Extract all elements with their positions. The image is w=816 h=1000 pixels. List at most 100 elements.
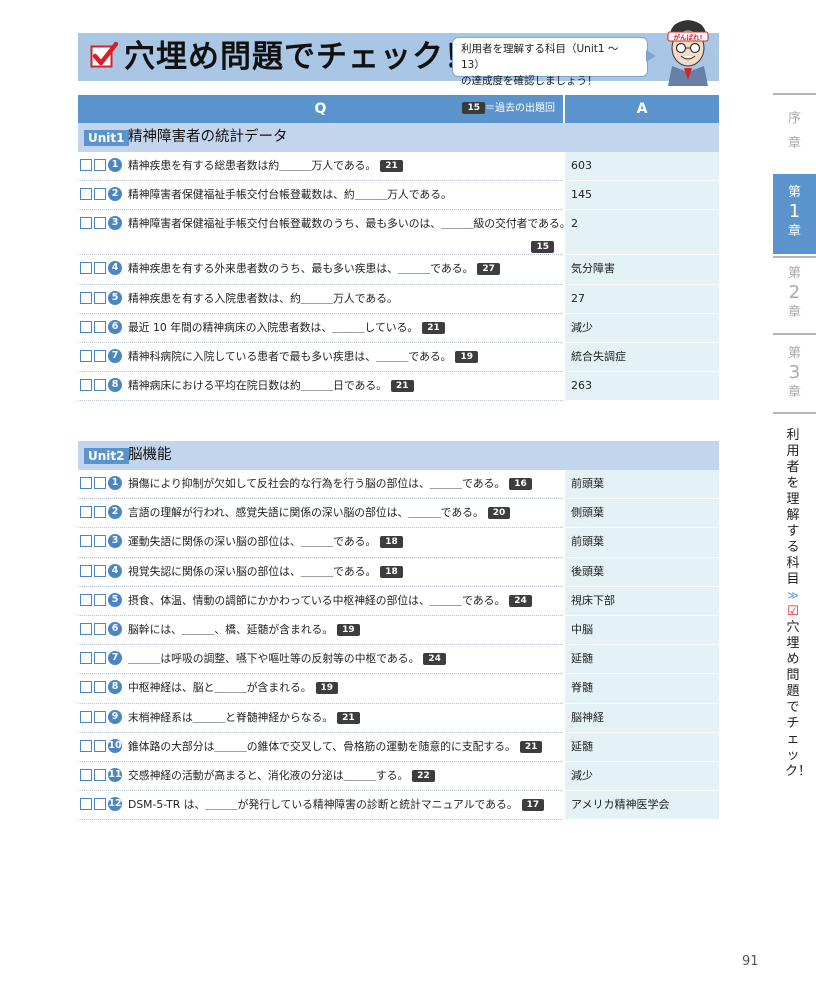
review-checkbox[interactable] xyxy=(94,769,106,781)
review-checkbox[interactable] xyxy=(94,350,106,362)
tab-label-top: 序 xyxy=(787,111,801,126)
review-checkbox[interactable] xyxy=(94,506,106,519)
review-checkbox[interactable] xyxy=(80,681,92,694)
tab-preface[interactable]: 序 章 xyxy=(773,110,816,168)
review-checkbox[interactable] xyxy=(80,350,92,362)
review-checkbox[interactable] xyxy=(94,217,106,230)
answer-divider xyxy=(565,400,719,402)
question-number: 5 xyxy=(108,290,122,305)
review-checkbox[interactable] xyxy=(80,564,92,577)
question-text: 交感神経の活動が高まると、消化液の分泌は＿＿＿する。 22 xyxy=(128,768,560,784)
question-body: 錐体路の大部分は＿＿＿の錐体で交叉して、骨格筋の運動を随意的に支配する。 xyxy=(128,739,516,753)
question-cell: 5 摂食、体温、情動の調節にかかわっている中枢神経の部位は、＿＿＿である。 24 xyxy=(78,587,563,616)
tab-chapter-3[interactable]: 第 3 章 xyxy=(773,345,816,407)
review-checkbox[interactable] xyxy=(80,769,92,781)
review-checkbox[interactable] xyxy=(80,379,92,392)
answer-cell: 減少 xyxy=(565,762,719,792)
answer-cell: 27 xyxy=(565,284,719,314)
question-number: 4 xyxy=(108,261,122,276)
review-checkbox[interactable] xyxy=(94,623,106,635)
answer-cell: 延髄 xyxy=(565,732,719,762)
tab-divider xyxy=(773,256,816,258)
question-text: 錐体路の大部分は＿＿＿の錐体で交叉して、骨格筋の運動を随意的に支配する。 21 xyxy=(128,739,560,755)
review-checkbox[interactable] xyxy=(80,593,92,606)
question-number: 7 xyxy=(108,349,122,363)
review-checkbox[interactable] xyxy=(94,188,106,201)
review-checkbox[interactable] xyxy=(80,188,92,201)
exam-badge: 21 xyxy=(519,740,543,753)
row-divider xyxy=(78,819,563,821)
review-checkbox[interactable] xyxy=(94,681,106,694)
question-row: 1 損傷により抑制が欠如して反社会的な行為を行う脳の部位は、＿＿＿である。 16 前頭… xyxy=(78,470,719,500)
question-row: 6 最近 10 年間の精神病床の入院患者数は、＿＿＿している。 21 減少 xyxy=(78,313,719,343)
review-checkbox[interactable] xyxy=(80,798,92,811)
page-title: 穴埋め問題でチェック！ xyxy=(124,39,476,75)
question-row: 9 末梢神経系は＿＿＿と脊髄神経からなる。 21 脳神経 xyxy=(78,703,719,733)
question-cell: 2 言語の理解が行われ、感覚失語に関係の深い脳の部位は、＿＿＿である。 20 xyxy=(78,499,563,529)
question-cell: 7 精神科病院に入院している患者で最も多い疾患は、＿＿＿である。 19 xyxy=(78,343,563,373)
review-checkbox[interactable] xyxy=(94,477,106,489)
question-text: 精神障害者保健福祉手帳交付台帳登載数のうち、最も多いのは、＿＿＿級の交付者である… xyxy=(128,216,571,254)
review-checkbox[interactable] xyxy=(94,739,106,752)
review-checkbox[interactable] xyxy=(80,623,92,635)
checkmark-icon xyxy=(90,42,118,68)
review-checkbox[interactable] xyxy=(80,217,92,230)
answer-cell: 中脳 xyxy=(565,616,719,646)
review-checkbox[interactable] xyxy=(80,652,92,665)
answer-cell: 視床下部 xyxy=(565,586,719,616)
question-text: 中枢神経は、脳と＿＿＿が含まれる。 19 xyxy=(128,680,560,696)
speech-bubble: 利用者を理解する科目（Unit1 ～ 13） の達成度を確認しましょう！ xyxy=(452,37,648,87)
answer-text: 視床下部 xyxy=(571,593,615,607)
question-row: 2 精神障害者保健福祉手帳交付台帳登載数は、約＿＿＿万人である。 145 xyxy=(78,181,719,211)
question-text: 運動失語に関係の深い脳の部位は、＿＿＿である。 18 xyxy=(128,534,560,550)
review-checkbox[interactable] xyxy=(94,535,106,548)
answer-text: 中脳 xyxy=(571,623,593,636)
tab-label-top: 第 xyxy=(787,266,801,281)
review-checkbox[interactable] xyxy=(80,477,92,489)
unit-title: 精神障害者の統計データ xyxy=(128,129,288,145)
review-checkbox[interactable] xyxy=(94,798,106,811)
review-checkbox[interactable] xyxy=(94,593,106,606)
question-text: 視覚失認に関係の深い脳の部位は、＿＿＿である。 18 xyxy=(128,564,560,580)
review-checkbox[interactable] xyxy=(94,710,106,723)
review-checkbox[interactable] xyxy=(94,652,106,665)
tab-chapter-1[interactable]: 第 1 章 xyxy=(773,174,816,254)
review-checkbox[interactable] xyxy=(94,159,106,171)
side-label-section: 穴埋め問題でチェック！ xyxy=(785,620,812,779)
review-checkbox[interactable] xyxy=(80,535,92,548)
review-checkbox[interactable] xyxy=(80,262,92,275)
legend-text: ＝過去の出題回 xyxy=(485,103,555,114)
review-checkbox[interactable] xyxy=(80,159,92,171)
exam-badge: 19 xyxy=(315,682,339,695)
exam-badge: 21 xyxy=(337,711,360,724)
question-text: 精神障害者保健福祉手帳交付台帳登載数は、約＿＿＿万人である。 xyxy=(128,187,560,203)
answer-cell: 減少 xyxy=(565,313,719,343)
answer-text: 脊髄 xyxy=(571,681,593,695)
question-cell: 10 錐体路の大部分は＿＿＿の錐体で交叉して、骨格筋の運動を随意的に支配する。 21 xyxy=(78,733,563,762)
question-body: 交感神経の活動が高まると、消化液の分泌は＿＿＿する。 xyxy=(128,769,409,782)
answer-cell: 2 xyxy=(565,210,719,256)
review-checkbox[interactable] xyxy=(80,710,92,723)
answer-text: 27 xyxy=(571,291,585,305)
review-checkbox[interactable] xyxy=(80,291,92,304)
answer-cell: 脊髄 xyxy=(565,674,719,704)
tab-chapter-2[interactable]: 第 2 章 xyxy=(773,265,816,327)
review-checkbox[interactable] xyxy=(94,320,106,333)
question-body: 精神疾患を有する入院患者数は、約＿＿＿万人である。 xyxy=(128,291,398,305)
review-checkbox[interactable] xyxy=(80,320,92,333)
question-row: 3 運動失語に関係の深い脳の部位は、＿＿＿である。 18 前頭葉 xyxy=(78,528,719,558)
review-checkbox[interactable] xyxy=(80,506,92,519)
question-row: 4 視覚失認に関係の深い脳の部位は、＿＿＿である。 18 後頭葉 xyxy=(78,557,719,587)
answer-cell: アメリカ精神医学会 xyxy=(565,791,719,821)
review-checkbox[interactable] xyxy=(94,291,106,304)
answer-cell: 603 xyxy=(565,152,719,182)
exam-badge: 27 xyxy=(477,263,500,276)
bubble-line-2: の達成度を確認しましょう！ xyxy=(461,75,598,87)
review-checkbox[interactable] xyxy=(80,739,92,752)
exam-badge: 21 xyxy=(422,321,445,334)
review-checkbox[interactable] xyxy=(94,564,106,577)
review-checkbox[interactable] xyxy=(94,262,106,275)
question-cell: 4 視覚失認に関係の深い脳の部位は、＿＿＿である。 18 xyxy=(78,558,563,587)
review-checkbox[interactable] xyxy=(94,379,106,392)
question-number: 5 xyxy=(108,592,122,607)
